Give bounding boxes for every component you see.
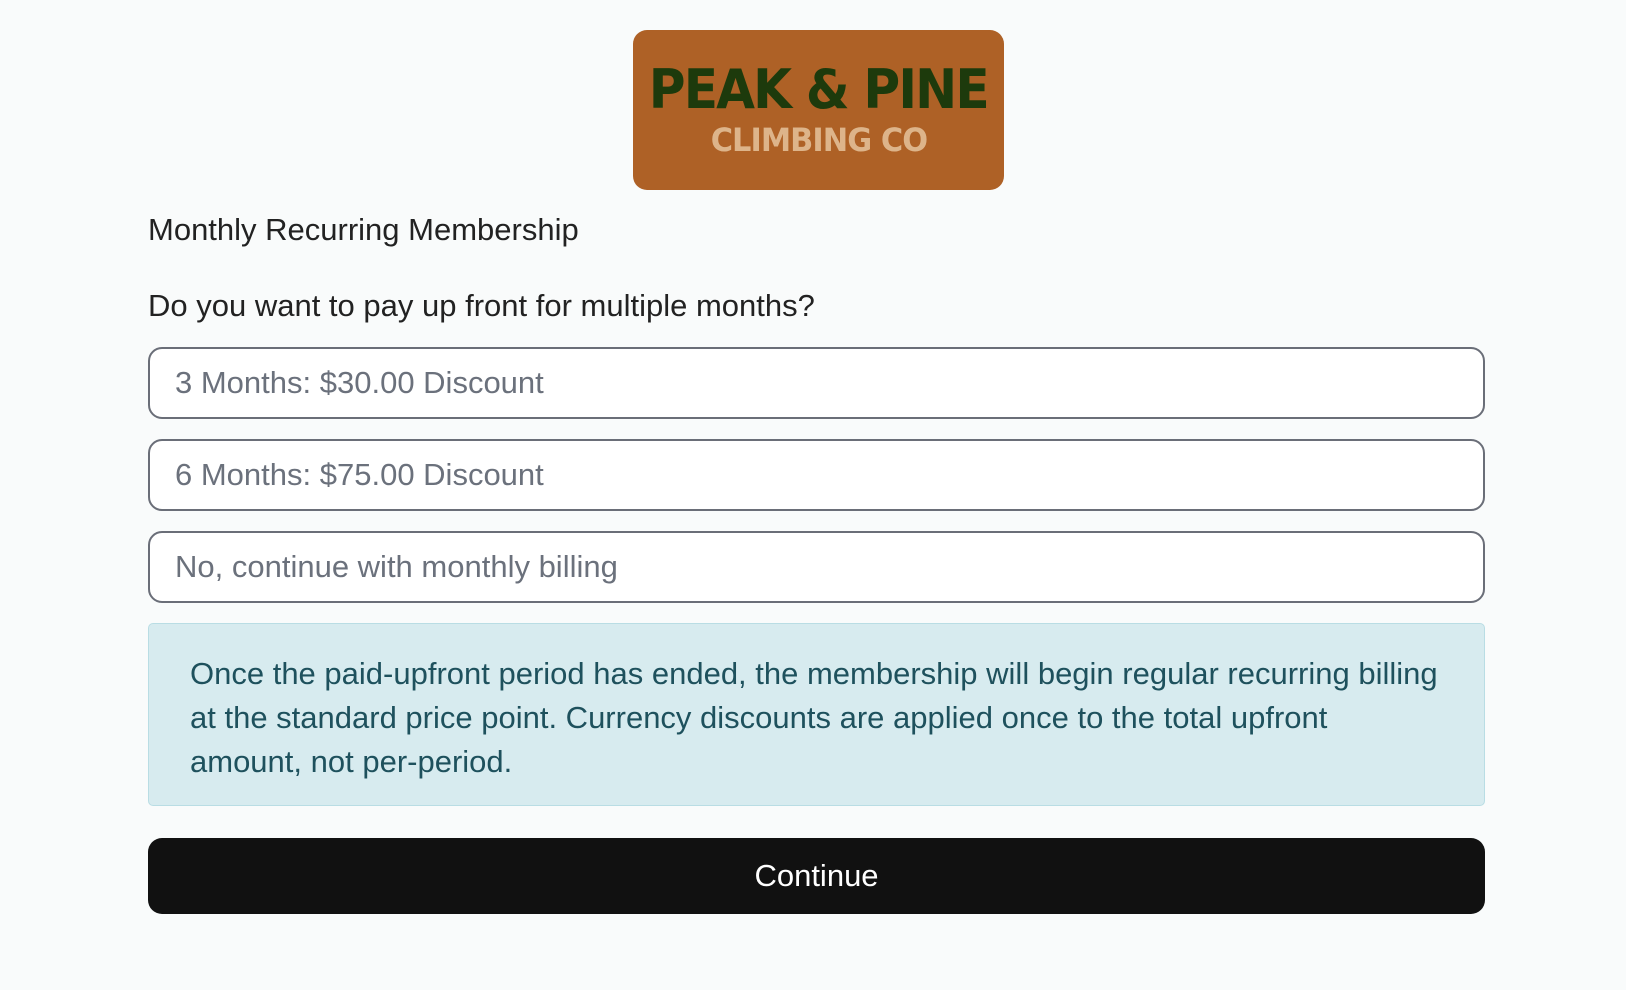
continue-button-label: Continue — [754, 858, 879, 893]
option-6-months[interactable]: 6 Months: $75.00 Discount — [148, 439, 1485, 511]
option-monthly-billing[interactable]: No, continue with monthly billing — [148, 531, 1485, 603]
option-3-months[interactable]: 3 Months: $30.00 Discount — [148, 347, 1485, 419]
option-label: No, continue with monthly billing — [175, 549, 618, 584]
info-notice-text: Once the paid-upfront period has ended, … — [190, 656, 1438, 779]
upfront-payment-page: PEAK & PINE CLIMBING CO Monthly Recurrin… — [0, 0, 1626, 990]
option-label: 3 Months: $30.00 Discount — [175, 365, 544, 400]
membership-title: Monthly Recurring Membership — [148, 212, 579, 247]
brand-logo: PEAK & PINE CLIMBING CO — [633, 30, 1004, 190]
info-notice: Once the paid-upfront period has ended, … — [148, 623, 1485, 806]
upfront-question: Do you want to pay up front for multiple… — [148, 288, 815, 323]
option-label: 6 Months: $75.00 Discount — [175, 457, 544, 492]
logo-sub-text: CLIMBING CO — [710, 121, 927, 159]
logo-main-text: PEAK & PINE — [648, 58, 990, 121]
continue-button[interactable]: Continue — [148, 838, 1485, 914]
